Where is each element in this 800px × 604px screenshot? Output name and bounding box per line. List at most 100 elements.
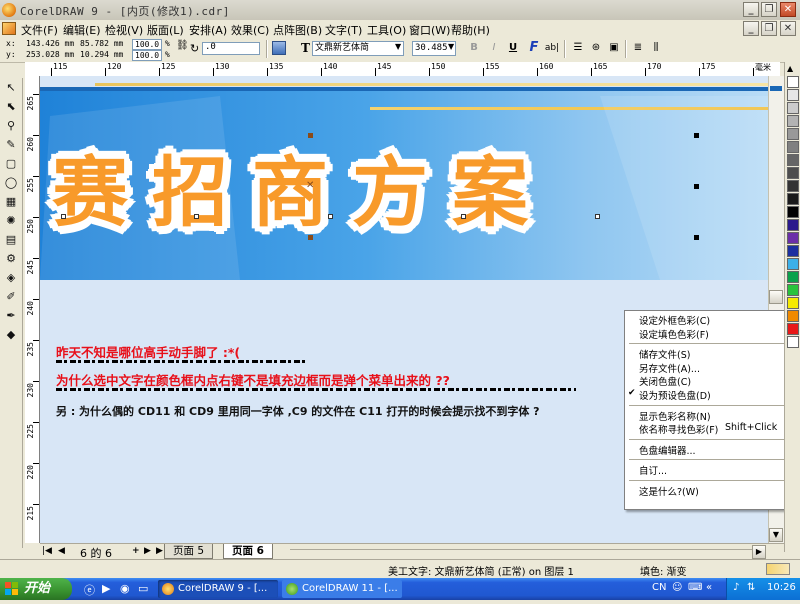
color-swatch[interactable]: [787, 193, 799, 205]
eyedropper-tool-icon[interactable]: ✐: [3, 289, 19, 305]
context-menu-item[interactable]: 储存文件(S): [639, 347, 690, 361]
context-menu-item[interactable]: 依名称寻找色彩(F): [639, 422, 718, 436]
desktop-quicklaunch-icon[interactable]: ◉: [120, 582, 130, 595]
next-page-button[interactable]: ▶: [144, 546, 151, 556]
context-menu-item[interactable]: 色盘编辑器...: [639, 443, 696, 457]
selection-handle[interactable]: [308, 133, 313, 138]
context-menu-item[interactable]: 这是什么?(W): [639, 484, 699, 498]
rectangle-tool-icon[interactable]: ▢: [3, 156, 19, 172]
horizontal-ruler[interactable]: 115 120 125 130 135 140 145 150 155 160 165 170 175 毫…: [25, 62, 780, 77]
menu-window[interactable]: 窗口(W): [408, 22, 451, 38]
rotation-field[interactable]: .0: [202, 42, 260, 55]
y-position-field[interactable]: 253.028 mm: [26, 50, 74, 59]
clock[interactable]: 10:26: [767, 582, 796, 593]
node-handle[interactable]: [595, 214, 600, 219]
context-menu-item[interactable]: 设为预设色盘(D): [639, 388, 711, 402]
color-swatch[interactable]: [787, 336, 799, 348]
horizontal-text-icon[interactable]: ≣: [630, 40, 646, 56]
coreldraw-app-icon[interactable]: [2, 3, 16, 17]
color-swatch[interactable]: [787, 102, 799, 114]
start-button[interactable]: 开始: [0, 578, 72, 600]
network-icon[interactable]: ⇅: [747, 582, 755, 593]
prev-page-button[interactable]: ◀: [58, 546, 65, 556]
color-swatch[interactable]: [787, 271, 799, 283]
color-swatch[interactable]: [787, 167, 799, 179]
ime-indicator[interactable]: CN: [652, 582, 666, 593]
tray-expand-icon[interactable]: «: [706, 582, 712, 593]
scroll-thumb[interactable]: [769, 290, 783, 304]
scale-y-field[interactable]: 100.0: [132, 50, 162, 61]
vertical-ruler[interactable]: 265260255250245240235230225220215210: [25, 76, 40, 543]
edit-text-button[interactable]: ab|: [544, 40, 560, 56]
convert-icon[interactable]: ▣: [606, 40, 622, 56]
bold-button[interactable]: B: [466, 40, 482, 56]
add-page-button[interactable]: +: [132, 546, 140, 556]
ellipse-tool-icon[interactable]: ◯: [3, 175, 19, 191]
context-menu-item[interactable]: 另存文件(A)...: [639, 361, 700, 375]
color-swatch[interactable]: [787, 245, 799, 257]
palette-scroll-up-icon[interactable]: ▲: [787, 64, 793, 73]
selection-handle[interactable]: [308, 235, 313, 240]
minimize-button[interactable]: _: [743, 2, 759, 17]
menu-arrange[interactable]: 安排(A): [188, 22, 228, 38]
color-swatch[interactable]: [787, 323, 799, 335]
menu-help[interactable]: 帮助(H): [450, 22, 491, 38]
tab-page-6[interactable]: 页面 6: [223, 544, 273, 559]
graph-paper-tool-icon[interactable]: ▦: [3, 194, 19, 210]
font-name-select[interactable]: 文鼎新艺体简: [312, 41, 404, 56]
color-swatch[interactable]: [787, 310, 799, 322]
fill-tool-icon[interactable]: ◆: [3, 327, 19, 343]
font-dropdown-icon[interactable]: ▼: [395, 42, 401, 51]
underline-button[interactable]: U: [505, 40, 521, 56]
scroll-down-button[interactable]: ▼: [769, 528, 783, 542]
color-swatch[interactable]: [787, 232, 799, 244]
vertical-text-icon[interactable]: ⫼: [648, 40, 664, 56]
mirror-icon[interactable]: [272, 41, 286, 55]
color-swatch[interactable]: [787, 115, 799, 127]
context-menu-item[interactable]: 自订...: [639, 463, 667, 477]
zoom-tool-icon[interactable]: ⚲: [3, 118, 19, 134]
text-align-icon[interactable]: ☰: [570, 40, 586, 56]
maximize-button[interactable]: ❐: [761, 2, 777, 17]
doc-close-button[interactable]: ✕: [780, 21, 796, 36]
selection-handle[interactable]: [694, 235, 699, 240]
context-menu-item[interactable]: 显示色彩名称(N): [639, 409, 711, 423]
color-swatch[interactable]: [787, 180, 799, 192]
keyboard-icon[interactable]: ⌨: [688, 582, 702, 593]
color-swatch[interactable]: [787, 154, 799, 166]
document-icon[interactable]: [2, 22, 16, 35]
menu-file[interactable]: 文件(F): [20, 22, 59, 38]
node-handle[interactable]: [61, 214, 66, 219]
media-quicklaunch-icon[interactable]: ▶: [102, 582, 110, 595]
menu-bitmaps[interactable]: 点阵图(B): [272, 22, 323, 38]
doc-minimize-button[interactable]: _: [743, 21, 759, 36]
transparency-tool-icon[interactable]: ◈: [3, 270, 19, 286]
selection-handle[interactable]: [694, 184, 699, 189]
menu-view[interactable]: 检视(V): [104, 22, 144, 38]
node-handle[interactable]: [461, 214, 466, 219]
format-text-button[interactable]: F: [526, 40, 542, 56]
node-handle[interactable]: [194, 214, 199, 219]
tab-page-5[interactable]: 页面 5: [164, 544, 214, 559]
ime-icon[interactable]: ☺: [672, 582, 682, 593]
outline-tool-icon[interactable]: ✒: [3, 308, 19, 324]
lock-ratio-icon[interactable]: ⛓: [176, 40, 189, 51]
doc-restore-button[interactable]: ❐: [761, 21, 777, 36]
height-field[interactable]: 10.294 mm: [80, 50, 123, 59]
color-swatch[interactable]: [787, 76, 799, 88]
color-swatch[interactable]: [787, 297, 799, 309]
pick-tool-icon[interactable]: ↖: [3, 80, 19, 96]
context-menu-item[interactable]: 设定外框色彩(C): [639, 313, 710, 327]
font-size-dropdown-icon[interactable]: ▼: [448, 42, 454, 51]
x-position-field[interactable]: 143.426 mm: [26, 39, 74, 48]
selection-handle[interactable]: [694, 133, 699, 138]
color-swatch[interactable]: [787, 141, 799, 153]
menu-layout[interactable]: 版面(L): [146, 22, 185, 38]
close-button[interactable]: ✕: [780, 2, 796, 17]
freehand-tool-icon[interactable]: ✎: [3, 137, 19, 153]
taskbar-button-coreldraw9[interactable]: CorelDRAW 9 - [...: [158, 580, 278, 598]
table-tool-icon[interactable]: ▤: [3, 232, 19, 248]
menu-edit[interactable]: 编辑(E): [62, 22, 102, 38]
first-page-button[interactable]: |◀: [42, 546, 52, 556]
menu-text[interactable]: 文字(T): [324, 22, 363, 38]
